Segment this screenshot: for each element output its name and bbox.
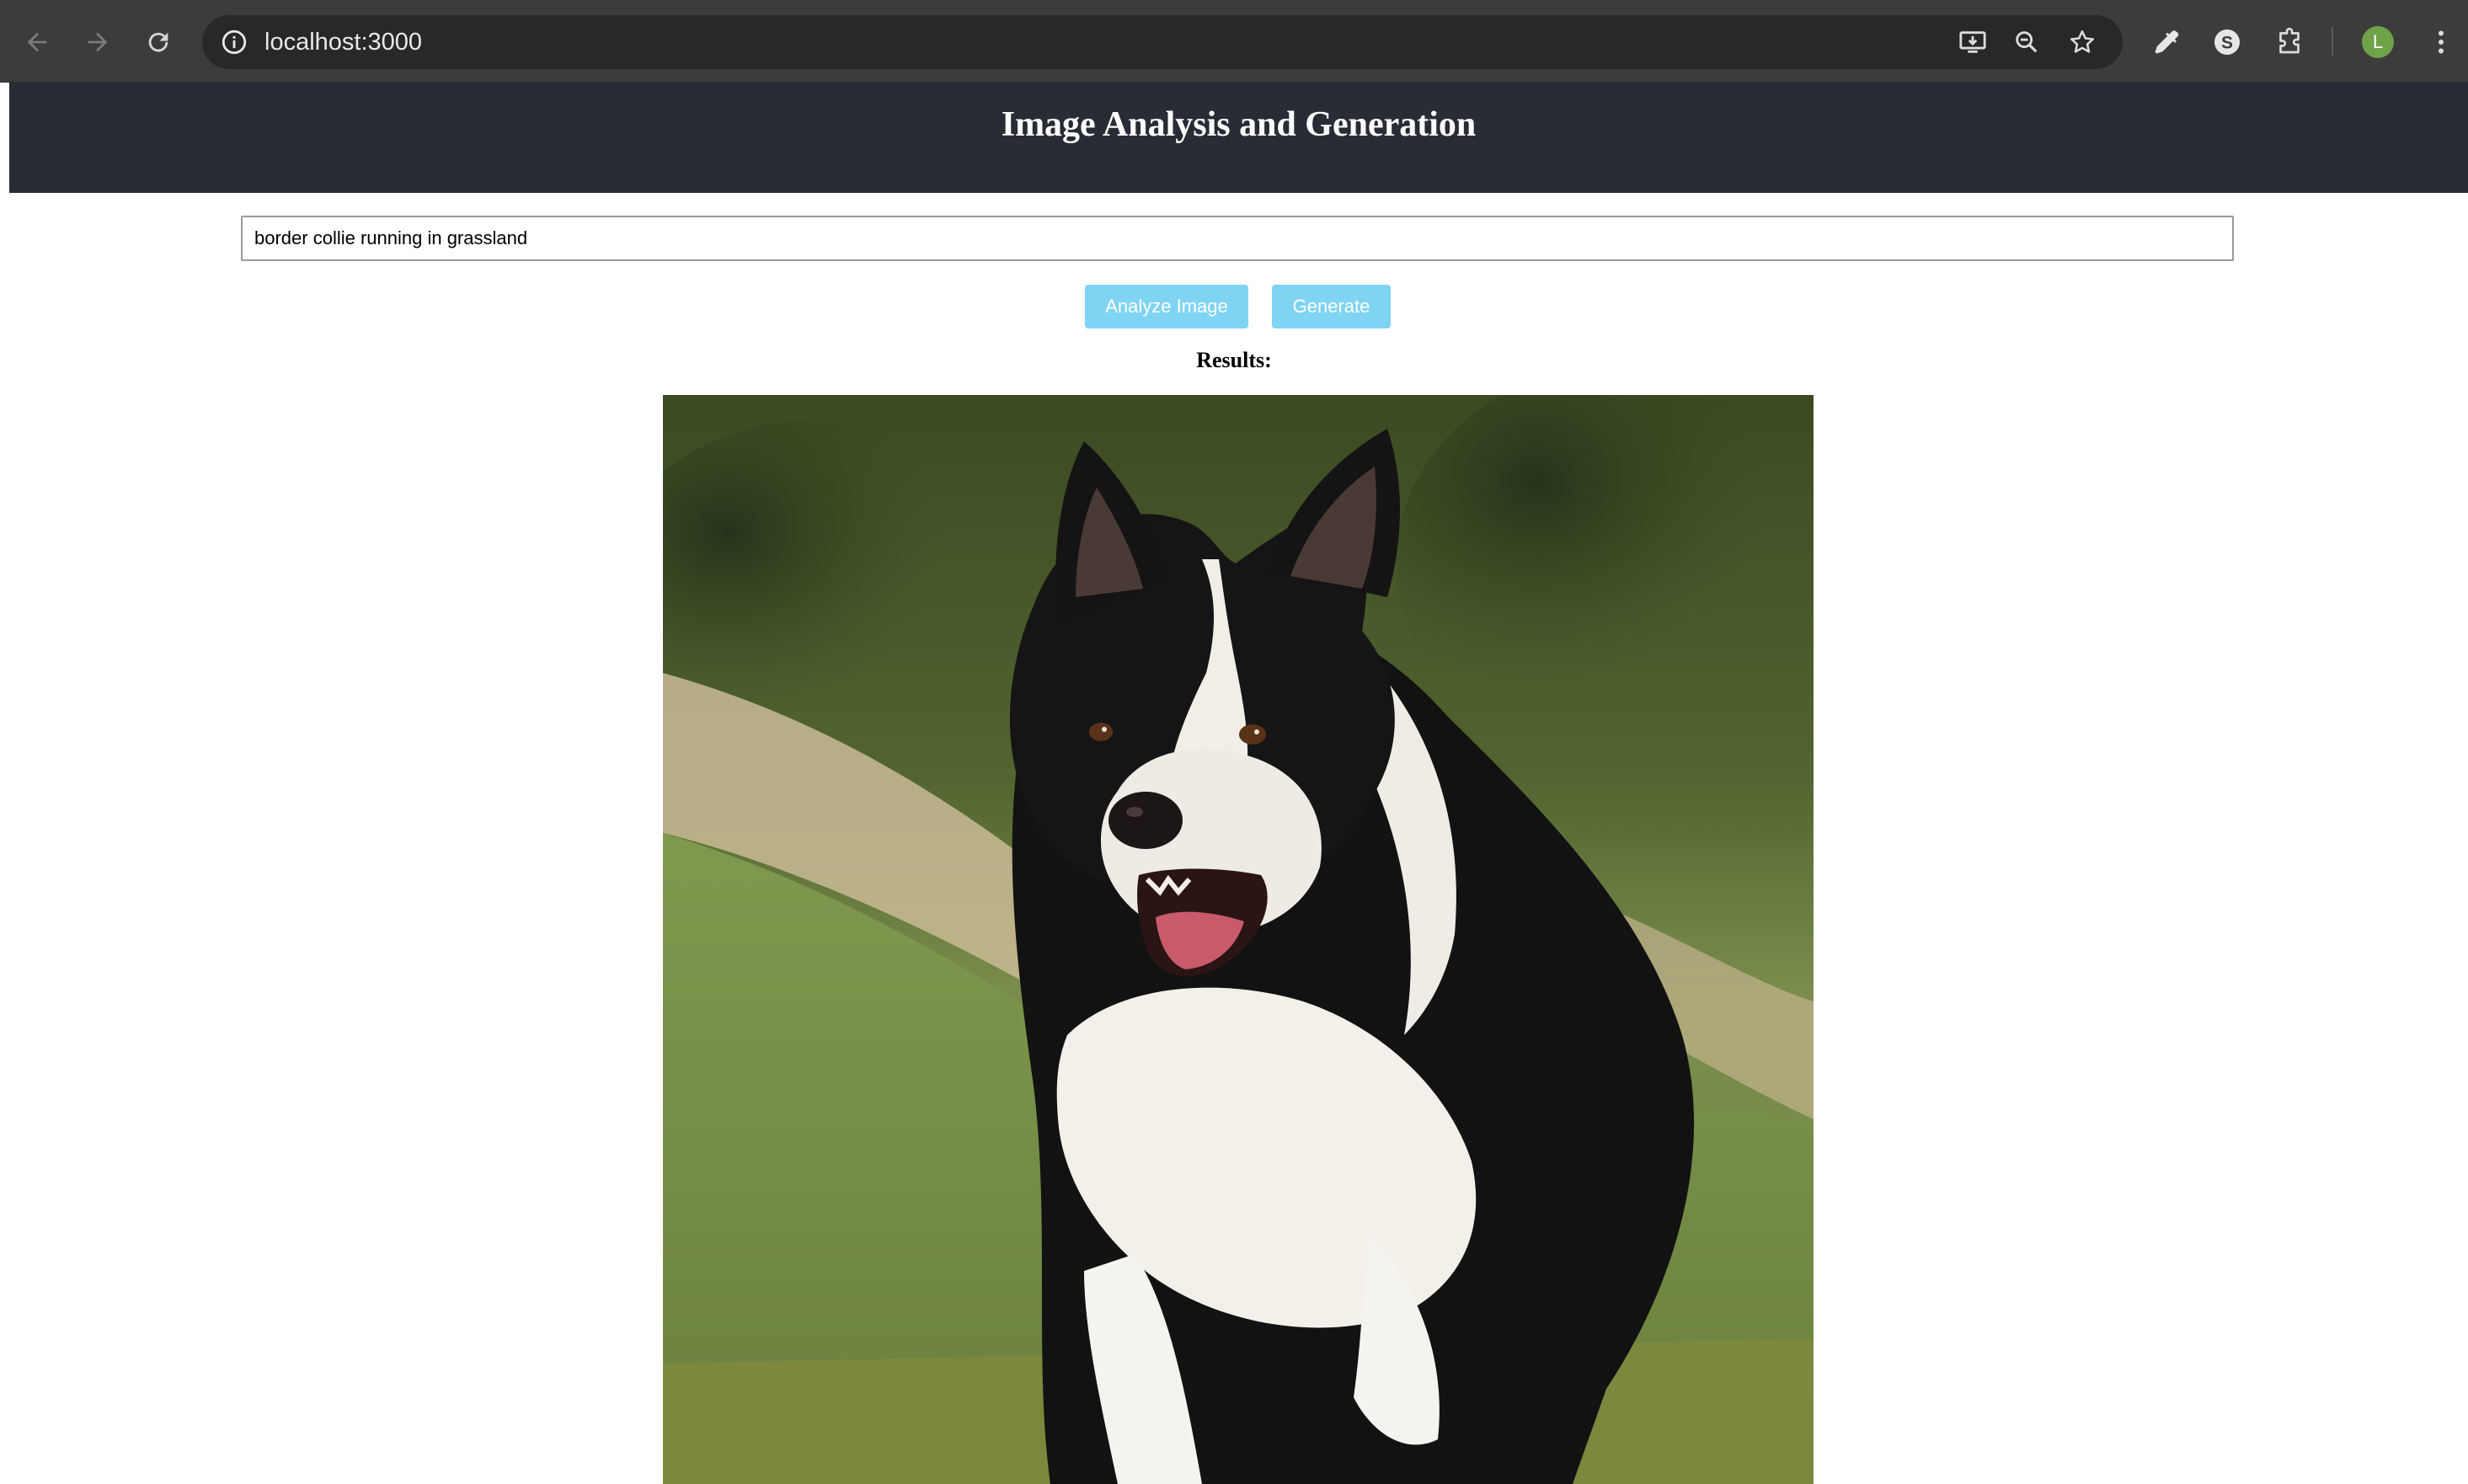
svg-text:S: S: [2221, 34, 2233, 53]
forward-button[interactable]: [76, 20, 120, 64]
page-title: Image Analysis and Generation: [1001, 105, 1477, 144]
extensions-puzzle-icon: [2279, 27, 2300, 54]
zoom-icon: [2016, 31, 2038, 53]
more-menu-icon: [2439, 30, 2444, 54]
zoom-button[interactable]: [2011, 27, 2042, 57]
prompt-input[interactable]: [241, 216, 2234, 261]
extensions-button[interactable]: [2271, 24, 2308, 61]
address-bar[interactable]: localhost:3000: [202, 15, 2123, 69]
generate-button[interactable]: Generate: [1272, 285, 1391, 328]
app-header: Image Analysis and Generation: [9, 83, 2468, 193]
site-info-button[interactable]: [216, 24, 253, 61]
browser-toolbar: localhost:3000 S L: [0, 0, 2468, 83]
s-extension-button[interactable]: S: [2209, 24, 2246, 61]
eyedropper-extension-button[interactable]: [2148, 24, 2185, 61]
bookmark-button[interactable]: [2067, 27, 2097, 57]
more-menu-button[interactable]: [2423, 24, 2460, 61]
dog-photo: [663, 395, 1814, 1484]
reload-icon: [148, 32, 168, 52]
url-text[interactable]: localhost:3000: [264, 15, 422, 69]
bookmark-star-icon: [2070, 29, 2095, 53]
extension-s-icon: S: [2214, 29, 2240, 55]
back-button[interactable]: [15, 20, 59, 64]
toolbar-divider: [2332, 27, 2333, 56]
eyedropper-icon: [2155, 30, 2179, 54]
forward-icon: [88, 32, 108, 52]
profile-avatar[interactable]: L: [2362, 26, 2394, 58]
install-app-button[interactable]: [1958, 27, 1988, 57]
analyze-image-button[interactable]: Analyze Image: [1085, 285, 1248, 328]
result-image: [663, 395, 1814, 1484]
site-info-icon: [222, 29, 247, 55]
reload-button[interactable]: [136, 20, 180, 64]
back-icon: [27, 32, 47, 52]
results-label: Results:: [1196, 348, 1272, 372]
install-app-icon: [1959, 31, 1986, 53]
